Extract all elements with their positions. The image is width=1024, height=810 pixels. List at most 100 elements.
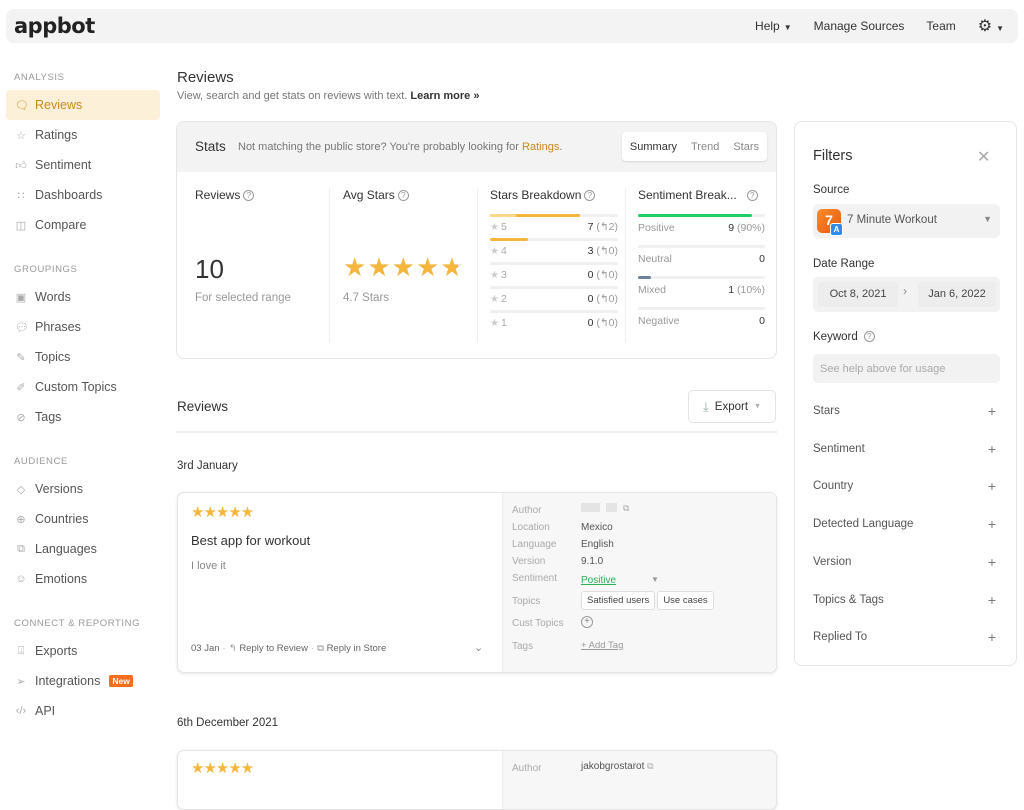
review-metadata: Author ⧉ Location Mexico Language Englis… [502, 493, 776, 672]
external-link-icon[interactable]: ⧉ [623, 503, 629, 513]
sidebar-item-ratings[interactable]: ☆ Ratings [6, 120, 160, 150]
manage-sources-link[interactable]: Manage Sources [814, 19, 905, 33]
sidebar-item-versions[interactable]: ◇ Versions [6, 474, 160, 504]
close-icon[interactable]: ✕ [977, 147, 990, 167]
avg-stars-rating: ★ ★ ★ ★ ★ [343, 254, 464, 280]
filter-country[interactable]: Country + [813, 478, 1000, 496]
sentiment-breakdown-row[interactable]: Positive 9 (90%) [638, 214, 765, 245]
topic-chip[interactable]: Satisfied users [581, 591, 656, 610]
help-icon[interactable]: ? [243, 190, 255, 201]
settings-menu[interactable]: ⚙ ▼ [978, 16, 1004, 36]
sidebar-item-compare[interactable]: ◫ Compare [6, 210, 160, 240]
stars-breakdown-row[interactable]: ★ 4 3 (↰0) [490, 238, 618, 262]
star-icon: ★ [490, 222, 499, 233]
help-icon[interactable]: ? [863, 331, 875, 342]
stars-breakdown-row[interactable]: ★ 3 0 (↰0) [490, 262, 618, 286]
sidebar-item-tags[interactable]: ⊘ Tags [6, 402, 160, 432]
appbot-logo[interactable]: appbot [14, 14, 95, 38]
plus-icon[interactable]: + [988, 478, 996, 494]
star-icon: ★ [490, 294, 499, 305]
tab-trend[interactable]: Trend [691, 141, 719, 153]
chevron-down-icon[interactable]: ⌄ [474, 641, 483, 654]
sidebar-item-emotions[interactable]: ☺ Emotions [6, 564, 160, 594]
help-icon[interactable]: ? [584, 190, 596, 201]
plus-icon[interactable]: + [988, 592, 996, 608]
filter-stars[interactable]: Stars + [813, 403, 1000, 421]
reply-icon: ↰ [599, 221, 609, 233]
language-label: Language [512, 539, 557, 550]
help-icon[interactable]: ? [397, 190, 409, 201]
plus-icon[interactable]: + [988, 403, 996, 419]
topic-chip[interactable]: Use cases [657, 591, 714, 610]
reply-icon: ↰ [599, 317, 609, 329]
top-bar: appbot Help ▼ Manage Sources Team ⚙ ▼ [6, 9, 1018, 43]
stars-breakdown-label: Stars Breakdown [490, 188, 582, 202]
plus-icon[interactable]: + [988, 516, 996, 532]
partial-star-icon: ★ [440, 252, 464, 282]
pencil-icon: ✎ [16, 351, 26, 364]
filter-sentiment[interactable]: Sentiment + [813, 441, 1000, 459]
add-tag-link[interactable]: + Add Tag [581, 640, 623, 651]
tab-stars[interactable]: Stars [733, 141, 759, 153]
sidebar-item-phrases[interactable]: 💬︎ Phrases [6, 312, 160, 342]
source-label: Source [813, 184, 850, 196]
help-icon[interactable]: ? [746, 190, 758, 201]
sidebar-item-integrations[interactable]: ➢ Integrations New [6, 666, 160, 696]
sidebar-item-dashboards[interactable]: ∷ Dashboards [6, 180, 160, 210]
reply-in-store-link[interactable]: Reply in Store [327, 643, 387, 654]
app-store-icon: A [830, 223, 843, 236]
sidebar-item-reviews[interactable]: 🗨 Reviews [6, 90, 160, 120]
stars-breakdown-row[interactable]: ★ 2 0 (↰0) [490, 286, 618, 310]
sidebar-item-sentiment[interactable]: 👍︎ Sentiment [6, 150, 160, 180]
stars-breakdown-row[interactable]: ★ 5 7 (↰2) [490, 214, 618, 238]
keyword-input[interactable]: See help above for usage [813, 354, 1000, 383]
star-count: 3 (↰0) [587, 245, 618, 257]
source-select[interactable]: 7A 7 Minute Workout ▼ [813, 204, 1000, 238]
bar-track [490, 262, 618, 265]
sentiment-label: Negative [638, 315, 680, 327]
team-link[interactable]: Team [926, 19, 955, 33]
globe-icon: ⊕ [16, 513, 26, 526]
export-button[interactable]: ⤓ Export ▼ [688, 390, 776, 423]
reply-to-review-link[interactable]: Reply to Review [239, 643, 308, 654]
filter-detected-language[interactable]: Detected Language + [813, 516, 1000, 534]
sidebar-item-custom-topics[interactable]: ✐ Custom Topics [6, 372, 160, 402]
sidebar-item-words[interactable]: ▣ Words [6, 282, 160, 312]
plus-icon[interactable]: + [988, 629, 996, 645]
sidebar-item-topics[interactable]: ✎ Topics [6, 342, 160, 372]
stars-breakdown-row[interactable]: ★ 1 0 (↰0) [490, 310, 618, 334]
review-date: 03 Jan [191, 643, 220, 654]
plus-icon[interactable]: + [988, 554, 996, 570]
ratings-link[interactable]: Ratings [522, 141, 559, 153]
sidebar-item-api[interactable]: ‹/› API [6, 696, 160, 726]
sentiment-label: Mixed [638, 284, 667, 296]
help-menu[interactable]: Help ▼ [755, 19, 792, 33]
sidebar-item-languages[interactable]: ⧉ Languages [6, 534, 160, 564]
filter-topics-tags[interactable]: Topics & Tags + [813, 592, 1000, 610]
date-from-input[interactable]: Oct 8, 2021 [818, 282, 898, 307]
thumbs-up-icon: 👍︎ [15, 159, 27, 172]
tab-summary[interactable]: Summary [630, 141, 677, 153]
caret-down-icon[interactable]: ▼ [651, 575, 659, 584]
filter-replied-to[interactable]: Replied To + [813, 629, 1000, 647]
sentiment-dropdown[interactable]: Positive [581, 575, 616, 586]
cust-topics-label: Cust Topics [512, 618, 564, 629]
filter-version[interactable]: Version + [813, 554, 1000, 572]
sidebar-item-exports[interactable]: ⍗ Exports [6, 636, 160, 666]
sentiment-breakdown-row[interactable]: Mixed 1 (10%) [638, 276, 765, 307]
external-link-icon[interactable]: ⧉ [647, 761, 653, 771]
chat-bubbles-icon: 🗨 [15, 99, 29, 112]
learn-more-link[interactable]: Learn more » [410, 90, 479, 102]
sentiment-breakdown-row[interactable]: Neutral 0 [638, 245, 765, 276]
plus-icon[interactable]: + [988, 441, 996, 457]
sidebar-item-countries[interactable]: ⊕ Countries [6, 504, 160, 534]
version-value: 9.1.0 [581, 556, 604, 567]
sentiment-breakdown-row[interactable]: Negative 0 [638, 307, 765, 338]
sidebar-section-groupings: GROUPINGS [14, 264, 78, 275]
caret-down-icon: ▼ [996, 24, 1004, 33]
sentiment-count: 0 [759, 253, 765, 265]
star-icon: ★ [415, 252, 440, 282]
date-to-input[interactable]: Jan 6, 2022 [918, 282, 996, 307]
add-custom-topic-button[interactable]: + [581, 616, 593, 628]
reviews-section-title: Reviews [177, 399, 229, 414]
